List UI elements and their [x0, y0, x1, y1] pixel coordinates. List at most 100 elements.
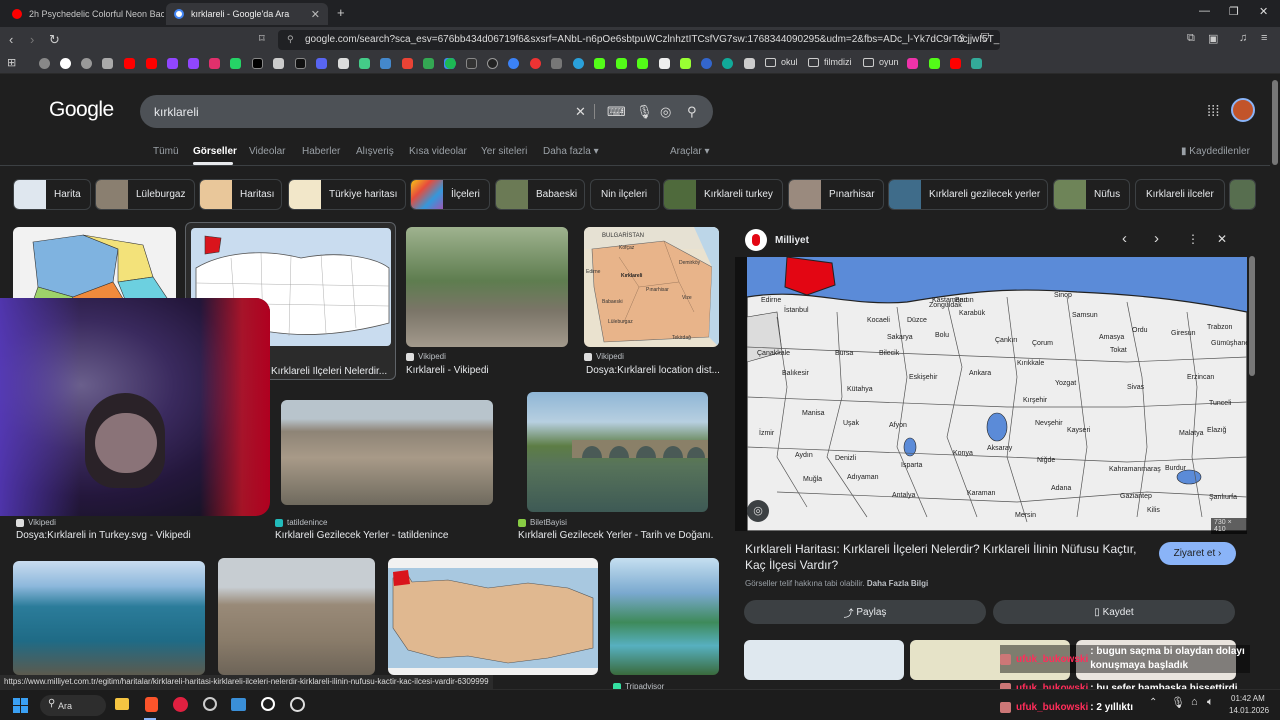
next-icon[interactable]: › [1154, 230, 1159, 247]
chip-haritasi[interactable]: Haritası [199, 179, 282, 210]
panel-title[interactable]: Kırklareli Haritası: Kırklareli İlçeleri… [745, 541, 1140, 573]
tiktok-bookmark-icon[interactable] [295, 58, 306, 69]
apps-icon[interactable]: ⊞ [7, 56, 16, 69]
panel-image-frame[interactable]: Edirne Kastamonu Sinop Samsun İstanbul Kocael… [735, 257, 1247, 534]
bookmark-icon[interactable] [744, 58, 755, 69]
github-desktop-icon[interactable] [261, 697, 275, 711]
network-icon[interactable]: ⌂ [1191, 696, 1198, 708]
spotify-bookmark-icon[interactable] [445, 58, 456, 69]
clock-date[interactable]: 14.01.2026 [1229, 706, 1269, 715]
bookmark-icon[interactable] [273, 58, 284, 69]
tab-psychedelic[interactable]: 2h Psychedelic Colorful Neon Background [4, 3, 164, 25]
share-button[interactable]: ⤴ Paylaş [744, 600, 986, 624]
microphone-tray-icon[interactable]: 🎙︎ [1171, 696, 1185, 709]
bookmark-folder-okul[interactable]: okul [765, 57, 798, 67]
result-image-river[interactable] [610, 558, 719, 675]
bookmark-icon[interactable] [659, 58, 670, 69]
result-image-location-map[interactable]: BULGARİSTAN Kofçaz Edirne Kırklareli Dem… [584, 227, 719, 347]
obs-icon[interactable] [290, 697, 305, 712]
bookmark-icon[interactable] [380, 58, 391, 69]
kick-bookmark-icon[interactable] [594, 58, 605, 69]
chip-kirklareli-turkey[interactable]: Kırklareli turkey [663, 179, 783, 210]
search-box[interactable]: kırklareli ✕ ⌨ 🎙︎ ◎ ⚲ [140, 95, 713, 128]
restore-icon[interactable]: ❐ [1229, 5, 1239, 18]
bookmark-icon[interactable] [466, 58, 477, 69]
discord-bookmark-icon[interactable] [316, 58, 327, 69]
tab-images[interactable]: Görseller [193, 146, 237, 157]
result-caption[interactable]: Kırklareli Gezilecek Yerler - Tarih ve D… [518, 530, 713, 541]
result-image-turkey-outline[interactable] [388, 558, 598, 675]
bookmark-folder-filmdizi[interactable]: filmdizi [808, 57, 852, 67]
youtube-bookmark-icon[interactable] [146, 58, 157, 69]
address-bar[interactable]: ⚲ google.com/search?sca_esv=676bb434d067… [278, 30, 1000, 50]
visit-button[interactable]: Ziyaret et › [1159, 542, 1236, 565]
shield-icon[interactable]: ⛉ [981, 32, 989, 45]
lens-icon[interactable]: ◎ [660, 104, 671, 120]
twitch-bookmark-icon[interactable] [188, 58, 199, 69]
tab-all[interactable]: Tümü [153, 146, 179, 157]
whatsapp-bookmark-icon[interactable] [230, 58, 241, 69]
result-caption[interactable]: Dosya:Kırklareli location dist... [586, 365, 719, 376]
chip-ilceleri[interactable]: İlçeleri [410, 179, 490, 210]
new-tab-button[interactable]: + [337, 5, 345, 20]
bookmark-icon[interactable] [359, 58, 370, 69]
save-button[interactable]: ▯ Kaydet [993, 600, 1235, 624]
search-input[interactable]: kırklareli [154, 105, 199, 119]
panel-scrollbar-thumb[interactable] [1249, 256, 1255, 376]
back-icon[interactable]: ‹ [9, 32, 13, 47]
chip-nin-ilceleri[interactable]: Nin ilçeleri [590, 179, 660, 210]
close-window-icon[interactable]: ✕ [1259, 5, 1268, 18]
bookmark-icon[interactable] [907, 58, 918, 69]
minimize-icon[interactable]: — [1199, 5, 1210, 17]
lens-icon[interactable]: ◎ [747, 500, 769, 522]
tab-tools[interactable]: Araçlar ▾ [670, 146, 710, 157]
bookmark-icon[interactable] [81, 58, 92, 69]
bookmark-icon[interactable] [971, 58, 982, 69]
media-player-icon[interactable] [173, 697, 188, 712]
more-options-icon[interactable]: ⋮ [1187, 232, 1199, 246]
saved-link[interactable]: ▮ Kaydedilenler [1181, 146, 1250, 157]
x-bookmark-icon[interactable] [252, 58, 263, 69]
chip-ilceler[interactable]: Kırklareli ilceler [1135, 179, 1225, 210]
tab-shopping[interactable]: Alışveriş [356, 146, 394, 157]
result-image-ilceler-map[interactable] [13, 227, 176, 307]
youtube-bookmark-icon[interactable] [950, 58, 961, 69]
google-logo[interactable]: Google [49, 98, 114, 122]
kick-bookmark-icon[interactable] [929, 58, 940, 69]
clock-time[interactable]: 01:42 AM [1231, 694, 1265, 703]
reload-icon[interactable]: ↻ [49, 32, 60, 48]
google-apps-icon[interactable]: ⁞⁞⁞ [1207, 103, 1220, 120]
site-info-icon[interactable]: ⚲ [287, 34, 294, 45]
instagram-bookmark-icon[interactable] [209, 58, 220, 69]
result-image-town[interactable] [218, 558, 375, 675]
chip-babaeski[interactable]: Babaeski [495, 179, 585, 210]
bookmark-icon[interactable]: ⌑ [259, 32, 265, 45]
chip-pinarhisar[interactable]: Pınarhisar [788, 179, 884, 210]
tab-google-search[interactable]: kırklareli - Google'da Ara ✕ [166, 3, 328, 25]
chip-gezilecek-yerler[interactable]: Kırklareli gezilecek yerler [888, 179, 1048, 210]
search-icon[interactable]: ⚲ [687, 104, 697, 120]
tab-more[interactable]: Daha fazla ▾ [543, 146, 599, 157]
bookmark-icon[interactable] [722, 58, 733, 69]
forward-icon[interactable]: › [30, 32, 34, 47]
tab-videos[interactable]: Videolar [249, 146, 286, 157]
result-image-bridge[interactable] [527, 392, 708, 512]
history-icon[interactable] [39, 58, 50, 69]
bookmark-icon[interactable] [680, 58, 691, 69]
volume-icon[interactable]: 🔈︎ [1207, 696, 1214, 709]
previous-icon[interactable]: ‹ [1122, 230, 1127, 247]
tray-chevron-icon[interactable]: ⌃ [1149, 697, 1157, 708]
photos-icon[interactable] [231, 698, 246, 711]
result-caption[interactable]: Kırklareli - Vikipedi [406, 365, 568, 376]
menu-icon[interactable]: ≡ [1261, 32, 1267, 44]
brave-icon[interactable] [145, 697, 158, 712]
tab-short-videos[interactable]: Kısa videolar [409, 146, 467, 157]
drive-bookmark-icon[interactable] [423, 58, 434, 69]
result-image-city-aerial[interactable] [281, 400, 493, 505]
bookmark-icon[interactable] [508, 58, 519, 69]
share-icon[interactable]: ⇪ [957, 32, 966, 45]
result-caption[interactable]: Dosya:Kırklareli in Turkey.svg - Vikiped… [16, 530, 256, 541]
taskbar-search[interactable]: ⚲ Ara [40, 695, 106, 716]
sidebar-icon[interactable]: ▣ [1208, 32, 1218, 45]
microphone-icon[interactable]: 🎙︎ [636, 104, 653, 120]
